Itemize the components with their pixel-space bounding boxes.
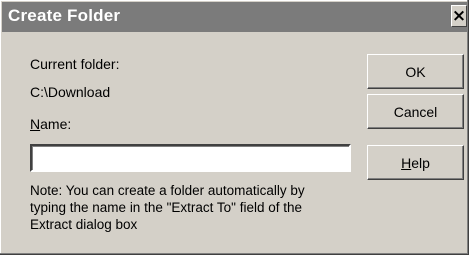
name-label-mnemonic: N: [30, 116, 41, 132]
help-button[interactable]: Help: [367, 145, 464, 180]
name-label: Name:: [30, 116, 71, 132]
title-bar[interactable]: Create Folder ×: [2, 2, 467, 32]
current-folder-label: Current folder:: [30, 56, 120, 72]
create-folder-dialog: Create Folder × Current folder: C:\Downl…: [0, 0, 469, 255]
dialog-title: Create Folder: [8, 6, 121, 25]
help-button-label: elp: [411, 154, 430, 171]
close-icon: ×: [451, 5, 467, 26]
note-text: Note: You can create a folder automatica…: [30, 183, 305, 232]
ok-button[interactable]: OK: [367, 54, 464, 89]
cancel-button[interactable]: Cancel: [367, 94, 464, 129]
ok-button-label: OK: [405, 63, 426, 80]
close-button[interactable]: ×: [451, 5, 467, 27]
name-label-text: ame:: [40, 116, 72, 132]
help-button-mnemonic: H: [401, 154, 412, 171]
current-folder-path: C:\Download: [30, 84, 111, 100]
cancel-button-label: Cancel: [393, 103, 438, 120]
folder-name-input[interactable]: [30, 144, 351, 172]
